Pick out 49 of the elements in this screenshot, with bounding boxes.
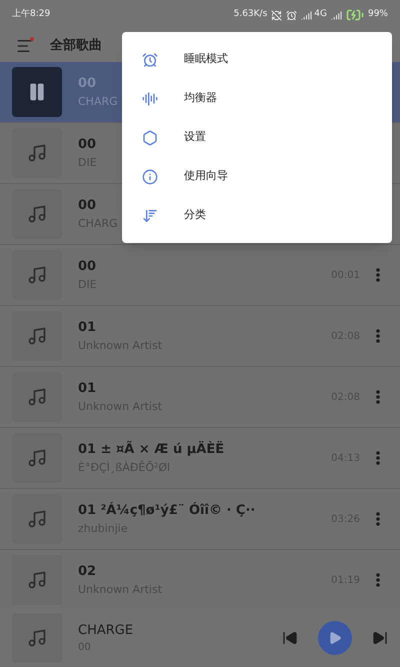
play-button[interactable] — [318, 621, 352, 655]
song-title: 01 — [78, 319, 96, 337]
song-title: 01 ± ¤Ã × Æ ú µÄÈË — [78, 440, 224, 459]
play-icon — [328, 631, 342, 645]
song-title: 01 — [78, 380, 96, 398]
alarm-clock-icon — [142, 52, 158, 68]
next-button[interactable] — [372, 630, 388, 646]
more-vertical-icon — [376, 573, 380, 587]
music-note-icon — [27, 570, 47, 590]
sort-icon — [142, 208, 158, 224]
sound-wave-icon — [142, 90, 158, 106]
network-speed: 5.63K/s — [234, 8, 268, 22]
music-note-icon — [27, 265, 47, 285]
hexagon-icon — [142, 130, 158, 146]
menu-item[interactable]: 睡眠模式 — [122, 40, 392, 79]
signal-icon — [301, 10, 312, 20]
song-title: 01 ²Á¼ç¶ø¹ý£¨ Óîî© · Ç·· — [78, 501, 256, 520]
battery-level: 99% — [368, 8, 388, 22]
music-note-icon — [27, 204, 47, 224]
more-vertical-icon — [376, 390, 380, 404]
toolbar-title: 全部歌曲 — [50, 36, 102, 56]
music-note-icon — [27, 326, 47, 346]
status-time: 上午8:29 — [12, 8, 50, 22]
song-title: 00 — [78, 197, 96, 215]
menu-button[interactable] — [16, 37, 34, 55]
music-note-icon — [27, 143, 47, 163]
alarm-clock-icon — [286, 10, 298, 20]
song-title: 00 — [78, 136, 96, 154]
more-vertical-icon — [376, 451, 380, 465]
previous-button[interactable] — [282, 630, 298, 646]
more-vertical-icon — [376, 512, 380, 526]
menu-item[interactable]: 设置 — [122, 118, 392, 157]
more-vertical-icon — [376, 329, 380, 343]
skip-forward-icon — [372, 630, 388, 646]
skip-back-icon — [282, 630, 298, 646]
music-note-icon — [27, 387, 47, 407]
menu-item[interactable]: 分类 — [122, 196, 392, 235]
more-vertical-icon — [376, 268, 380, 282]
music-note-icon — [27, 628, 47, 648]
menu-item[interactable]: 均衡器 — [122, 79, 392, 118]
player-title: CHARGE — [78, 622, 134, 640]
sync-off-icon — [271, 10, 282, 20]
song-title: 02 — [78, 563, 96, 581]
network-type: 4G — [314, 8, 327, 22]
song-title: 00 — [78, 258, 96, 276]
music-note-icon — [27, 448, 47, 468]
menu-item[interactable]: 使用向导 — [122, 157, 392, 196]
music-note-icon — [27, 509, 47, 529]
info-icon — [142, 168, 158, 184]
